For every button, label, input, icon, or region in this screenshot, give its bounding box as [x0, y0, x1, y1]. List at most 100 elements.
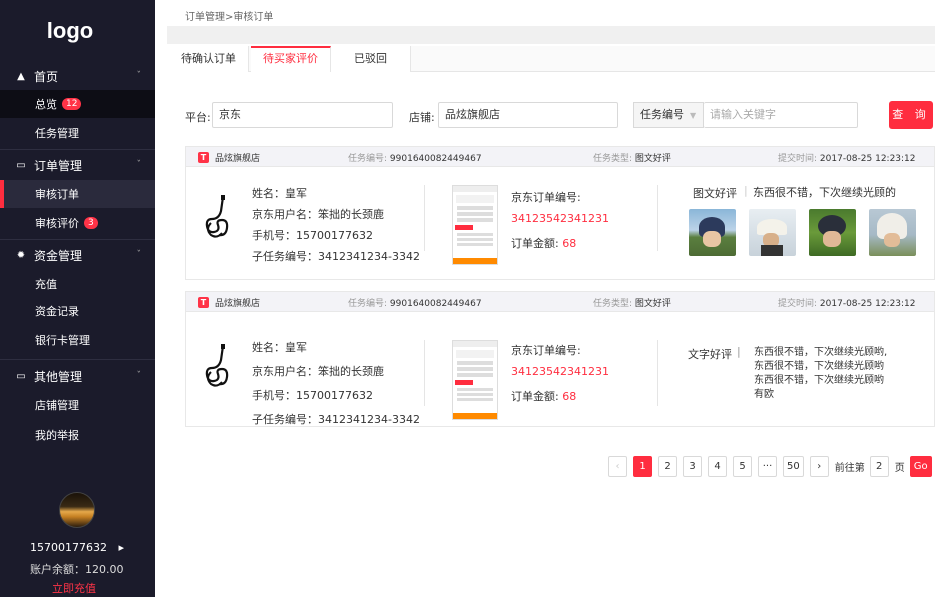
monitor-icon: ▭ — [16, 370, 26, 382]
chevron-down-icon: ▼ — [690, 111, 697, 120]
platform-input[interactable]: 京东 — [212, 102, 393, 128]
platform-label: 平台: — [185, 111, 211, 124]
order-screenshot[interactable] — [452, 340, 498, 420]
go-button[interactable]: Go — [909, 455, 932, 477]
tab-rejected[interactable]: 已驳回 — [331, 46, 411, 72]
sidebar-section-home[interactable]: ▲ 首页 ˇ — [0, 62, 155, 90]
recharge-now-link[interactable]: 立即充值 — [52, 580, 96, 596]
product-cable-image — [205, 344, 229, 387]
task-field-select-value: 任务编号 — [640, 108, 684, 121]
chevron-down-icon: ˇ — [136, 71, 142, 81]
order-amount-value: 68 — [562, 237, 577, 250]
sidebar-section-label: 订单管理 — [34, 158, 83, 173]
chevron-down-icon: ˇ — [136, 371, 142, 381]
sidebar-item-label: 充值 — [35, 278, 57, 291]
page-button[interactable]: 5 — [733, 455, 752, 477]
jd-order-label: 京东订单编号: — [511, 344, 581, 357]
sidebar-item-label: 资金记录 — [35, 305, 79, 318]
sidebar-item-overview[interactable]: 总览 12 — [0, 90, 155, 118]
buyer-name: 姓名：皇军 — [252, 341, 307, 354]
user-phone[interactable]: 15700177632 ▸ — [30, 541, 124, 554]
subtask-number: 子任务编号：3412341234-3342 — [252, 413, 420, 426]
next-page-button[interactable]: › — [809, 455, 829, 477]
shop-icon: T — [198, 152, 209, 163]
goto-suffix: 页 — [894, 462, 905, 474]
gear-icon: ✹ — [16, 249, 26, 261]
main-content: 订单管理>审核订单 待确认订单 待买家评价 已驳回 平台: 京东 店铺: 品炫旗… — [155, 0, 935, 597]
submit-time-value: 2017-08-25 12:23:12 — [819, 154, 916, 164]
submit-time-label: 提交时间: — [778, 154, 818, 164]
buyer-info: 姓名：皇军 京东用户名：笨拙的长颈鹿 手机号：15700177632 子任务编号… — [252, 336, 420, 432]
sidebar-item-task-manage[interactable]: 任务管理 — [0, 119, 155, 147]
sidebar-section-funds[interactable]: ✹ 资金管理 ˇ — [0, 241, 155, 269]
sidebar-section-other[interactable]: ▭ 其他管理 ˇ — [0, 362, 155, 390]
sidebar-item-recharge[interactable]: 充值 — [0, 270, 155, 298]
sidebar-item-funds-record[interactable]: 资金记录 — [0, 297, 155, 325]
column-divider — [657, 185, 658, 251]
jd-username: 京东用户名：笨拙的长颈鹿 — [252, 208, 384, 221]
sidebar-item-audit-order[interactable]: 审核订单 — [0, 180, 155, 208]
sidebar-item-label: 审核评价 — [35, 217, 79, 230]
task-field-select[interactable]: 任务编号 ▼ — [633, 102, 704, 128]
goto-page-input[interactable]: 2 — [869, 455, 889, 477]
column-divider — [424, 340, 425, 406]
query-button[interactable]: 查 询 — [889, 101, 933, 129]
task-number: 任务编号: 9901640082449467 — [348, 296, 482, 309]
shop-name: 品炫旗舰店 — [215, 154, 261, 164]
column-divider — [657, 340, 658, 406]
order-info: 京东订单编号: 34123542341231 订单金额: 68 — [511, 187, 609, 254]
header-strip — [167, 26, 935, 44]
sidebar-section-label: 首页 — [34, 69, 59, 84]
review-divider: | — [744, 184, 748, 197]
review-photo[interactable] — [689, 209, 736, 256]
page-button[interactable]: 3 — [683, 455, 702, 477]
review-text: 东西很不错，下次继续光顾哟, 东西很不错，下次继续光顾哟 东西很不错，下次继续光… — [754, 346, 887, 402]
ellipsis-button[interactable]: ··· — [758, 455, 777, 477]
buyer-name: 姓名：皇军 — [252, 187, 307, 200]
prev-page-button[interactable]: ‹ — [608, 455, 627, 477]
shop-name: 品炫旗舰店 — [215, 299, 261, 309]
subtask-number: 子任务编号：3412341234-3342 — [252, 250, 420, 263]
last-page-button[interactable]: 50 — [783, 455, 804, 477]
keyword-input[interactable]: 请输入关键字 — [704, 102, 858, 128]
task-type-value: 图文好评 — [634, 154, 671, 164]
buyer-phone: 手机号：15700177632 — [252, 229, 373, 242]
shop-input[interactable]: 品炫旗舰店 — [438, 102, 618, 128]
submit-time: 提交时间: 2017-08-25 12:23:12 — [778, 296, 916, 309]
home-icon: ▲ — [17, 70, 25, 82]
order-screenshot[interactable] — [452, 185, 498, 265]
jd-order-label: 京东订单编号: — [511, 191, 581, 204]
task-type: 任务类型: 图文好评 — [593, 296, 671, 309]
caret-right-icon: ▸ — [118, 541, 125, 554]
sidebar-item-shop-manage[interactable]: 店铺管理 — [0, 391, 155, 419]
column-divider — [424, 185, 425, 251]
sidebar-item-label: 银行卡管理 — [35, 334, 90, 347]
submit-time-label: 提交时间: — [778, 299, 818, 309]
sidebar-item-bank-card[interactable]: 银行卡管理 — [0, 326, 155, 354]
review-photo[interactable] — [869, 209, 916, 256]
review-line: 有欧 — [754, 389, 774, 400]
review-photo[interactable] — [749, 209, 796, 256]
chevron-down-icon: ˇ — [136, 160, 142, 170]
review-photo[interactable] — [809, 209, 856, 256]
tab-pending-review[interactable]: 待买家评价 — [251, 46, 331, 72]
shop-icon: T — [198, 297, 209, 308]
page-button[interactable]: 1 — [633, 455, 652, 477]
sidebar-item-audit-review[interactable]: 审核评价 3 — [0, 209, 155, 237]
avatar[interactable] — [59, 492, 95, 528]
keyword-placeholder: 请输入关键字 — [710, 108, 776, 121]
order-card-header: T 品炫旗舰店 任务编号: 9901640082449467 任务类型: 图文好… — [186, 147, 934, 167]
sidebar-divider — [0, 239, 155, 240]
page-button[interactable]: 4 — [708, 455, 727, 477]
task-number: 任务编号: 9901640082449467 — [348, 151, 482, 164]
sidebar-item-my-report[interactable]: 我的举报 — [0, 421, 155, 449]
shop-label: 店铺: — [409, 111, 435, 124]
jd-username: 京东用户名：笨拙的长颈鹿 — [252, 365, 384, 378]
order-card-body: 姓名：皇军 京东用户名：笨拙的长颈鹿 手机号：15700177632 子任务编号… — [186, 167, 934, 272]
review-line: 东西很不错，下次继续光顾哟 — [754, 361, 884, 372]
sidebar-item-label: 审核订单 — [35, 188, 79, 201]
page-button[interactable]: 2 — [658, 455, 677, 477]
tab-pending-confirm[interactable]: 待确认订单 — [169, 46, 249, 72]
sidebar-section-orders[interactable]: ▭ 订单管理 ˇ — [0, 151, 155, 179]
sidebar-divider — [0, 149, 155, 150]
